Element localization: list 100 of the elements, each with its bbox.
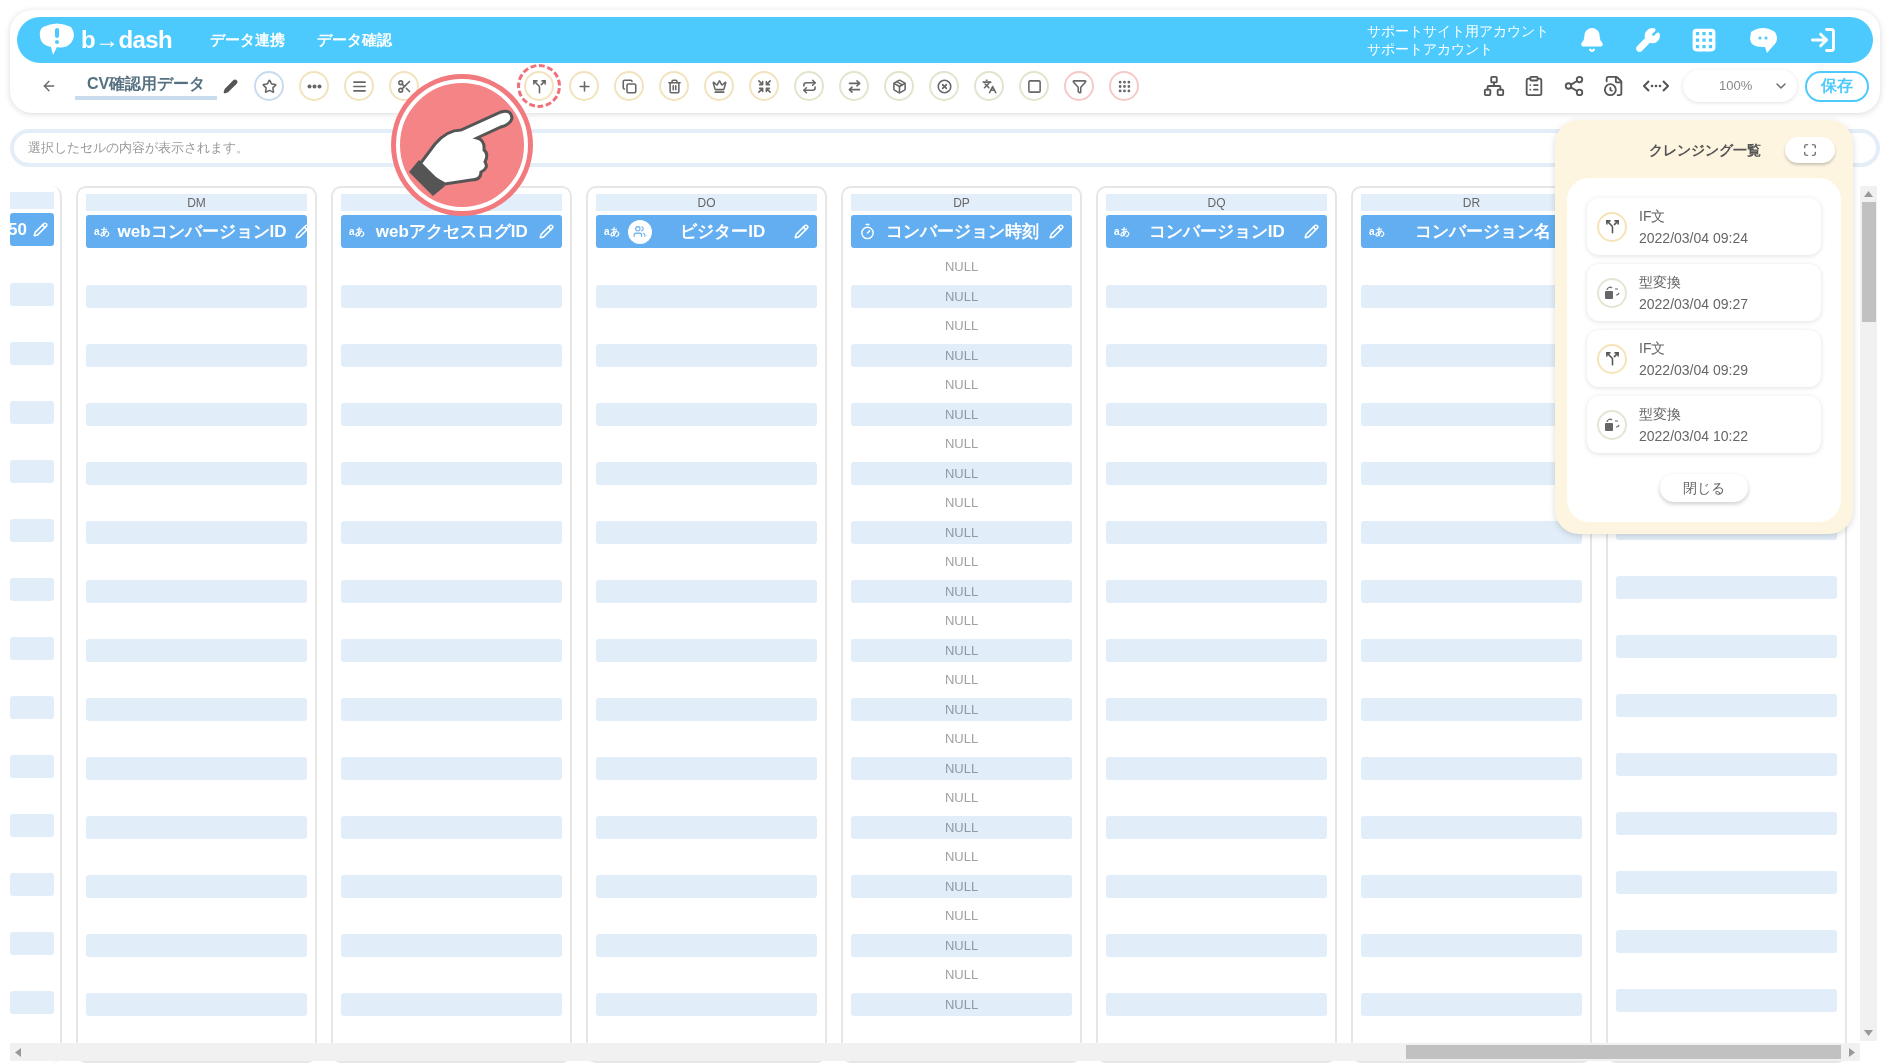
table-cell[interactable] <box>86 874 307 898</box>
cell-text[interactable]: NULL <box>944 257 979 277</box>
table-cell[interactable] <box>341 520 562 544</box>
table-cell[interactable] <box>341 756 562 780</box>
table-cell[interactable] <box>596 638 817 662</box>
nav-link[interactable]: データ確認 <box>317 28 393 52</box>
table-cell[interactable] <box>1361 638 1582 662</box>
table-cell[interactable] <box>86 579 307 603</box>
table-cell[interactable] <box>86 520 307 544</box>
table-cell[interactable] <box>1616 988 1837 1012</box>
logout-icon[interactable] <box>1809 26 1837 54</box>
table-cell[interactable] <box>596 461 817 485</box>
cell-text[interactable]: NULL <box>944 906 979 926</box>
cleansing-item[interactable]: IF文 2022/03/04 09:29 <box>1587 330 1821 387</box>
code-brackets-icon[interactable] <box>1643 79 1669 93</box>
table-cell[interactable] <box>10 282 54 306</box>
table-cell[interactable] <box>1106 579 1327 603</box>
vertical-scrollbar[interactable] <box>1860 186 1877 1041</box>
table-cell[interactable] <box>1106 815 1327 839</box>
table-cell[interactable]: NULL <box>851 697 1072 721</box>
column-header[interactable]: aあ webアクセスログID <box>341 215 562 248</box>
table-cell[interactable] <box>341 579 562 603</box>
cell-text[interactable]: NULL <box>944 611 979 631</box>
logo-text[interactable]: b→dash <box>81 22 173 58</box>
table-cell[interactable]: NULL <box>851 402 1072 426</box>
cell-text[interactable]: NULL <box>944 375 979 395</box>
table-cell[interactable] <box>596 520 817 544</box>
table-cell[interactable] <box>86 756 307 780</box>
table-cell[interactable]: NULL <box>851 343 1072 367</box>
scrollbar-thumb[interactable] <box>1861 202 1876 322</box>
column-header[interactable]: aあ ビジターID <box>596 215 817 248</box>
cell-text[interactable]: NULL <box>944 493 979 513</box>
scroll-right-icon[interactable] <box>1849 1047 1855 1057</box>
cell-text[interactable]: NULL <box>944 965 979 985</box>
table-cell[interactable] <box>1106 933 1327 957</box>
save-button[interactable]: 保存 <box>1805 70 1869 102</box>
filter-tool-button[interactable] <box>1064 71 1095 101</box>
cell-text[interactable]: NULL <box>944 729 979 749</box>
table-cell[interactable] <box>1106 284 1327 308</box>
table-cell[interactable] <box>10 636 54 660</box>
mascot-icon[interactable] <box>1747 26 1779 54</box>
share-icon[interactable] <box>1563 75 1585 97</box>
table-cell[interactable] <box>1361 992 1582 1016</box>
table-cell[interactable]: NULL <box>851 579 1072 603</box>
column-header[interactable]: コンバージョン時刻 <box>851 215 1072 248</box>
table-cell[interactable] <box>341 933 562 957</box>
table-cell[interactable] <box>86 343 307 367</box>
back-icon[interactable] <box>41 78 57 94</box>
table-cell[interactable] <box>1616 575 1837 599</box>
convert-tool-button[interactable] <box>839 71 870 101</box>
table-cell[interactable] <box>10 577 54 601</box>
flow-icon[interactable] <box>1483 75 1505 97</box>
trash-tool-button[interactable] <box>659 71 690 101</box>
table-cell[interactable] <box>10 813 54 837</box>
table-cell[interactable] <box>341 461 562 485</box>
shrink-tool-button[interactable] <box>749 71 780 101</box>
table-cell[interactable]: NULL <box>851 874 1072 898</box>
clipboard-icon[interactable] <box>1523 75 1545 97</box>
table-cell[interactable] <box>341 402 562 426</box>
cell-text[interactable]: NULL <box>944 316 979 336</box>
table-cell[interactable] <box>10 518 54 542</box>
table-cell[interactable] <box>86 815 307 839</box>
table-cell[interactable] <box>86 284 307 308</box>
table-cell[interactable] <box>10 754 54 778</box>
cleansing-item[interactable]: 型変換 2022/03/04 09:27 <box>1587 264 1821 321</box>
close-button[interactable]: 閉じる <box>1660 474 1748 502</box>
table-cell[interactable] <box>341 874 562 898</box>
table-cell[interactable] <box>1361 874 1582 898</box>
crown-tool-button[interactable] <box>704 71 735 101</box>
zero-tool-button[interactable] <box>1019 71 1050 101</box>
table-cell[interactable] <box>10 341 54 365</box>
table-cell[interactable] <box>596 579 817 603</box>
column-header[interactable]: aあ コンバージョンID <box>1106 215 1327 248</box>
table-cell[interactable] <box>1106 402 1327 426</box>
table-cell[interactable] <box>10 695 54 719</box>
table-cell[interactable] <box>596 815 817 839</box>
table-cell[interactable] <box>341 815 562 839</box>
table-cell[interactable] <box>10 459 54 483</box>
dots-tool-button[interactable] <box>299 71 330 101</box>
table-cell[interactable]: NULL <box>851 461 1072 485</box>
bell-icon[interactable] <box>1579 27 1605 53</box>
cell-text[interactable]: NULL <box>944 552 979 572</box>
table-cell[interactable]: NULL <box>851 756 1072 780</box>
swap-tool-button[interactable] <box>794 71 825 101</box>
table-cell[interactable] <box>596 992 817 1016</box>
cell-text[interactable]: NULL <box>944 788 979 808</box>
table-cell[interactable] <box>596 874 817 898</box>
table-cell[interactable] <box>1106 874 1327 898</box>
horizontal-scrollbar[interactable] <box>10 1043 1860 1061</box>
table-cell[interactable] <box>596 284 817 308</box>
branch-tool-button[interactable] <box>524 71 555 101</box>
xcircle-tool-button[interactable] <box>929 71 960 101</box>
copy-tool-button[interactable] <box>614 71 645 101</box>
table-cell[interactable] <box>86 933 307 957</box>
table-cell[interactable] <box>596 697 817 721</box>
table-cell[interactable] <box>86 461 307 485</box>
table-cell[interactable] <box>1106 461 1327 485</box>
scroll-down-icon[interactable] <box>1864 1030 1873 1036</box>
table-cell[interactable]: NULL <box>851 284 1072 308</box>
pencil-icon[interactable] <box>223 78 239 94</box>
